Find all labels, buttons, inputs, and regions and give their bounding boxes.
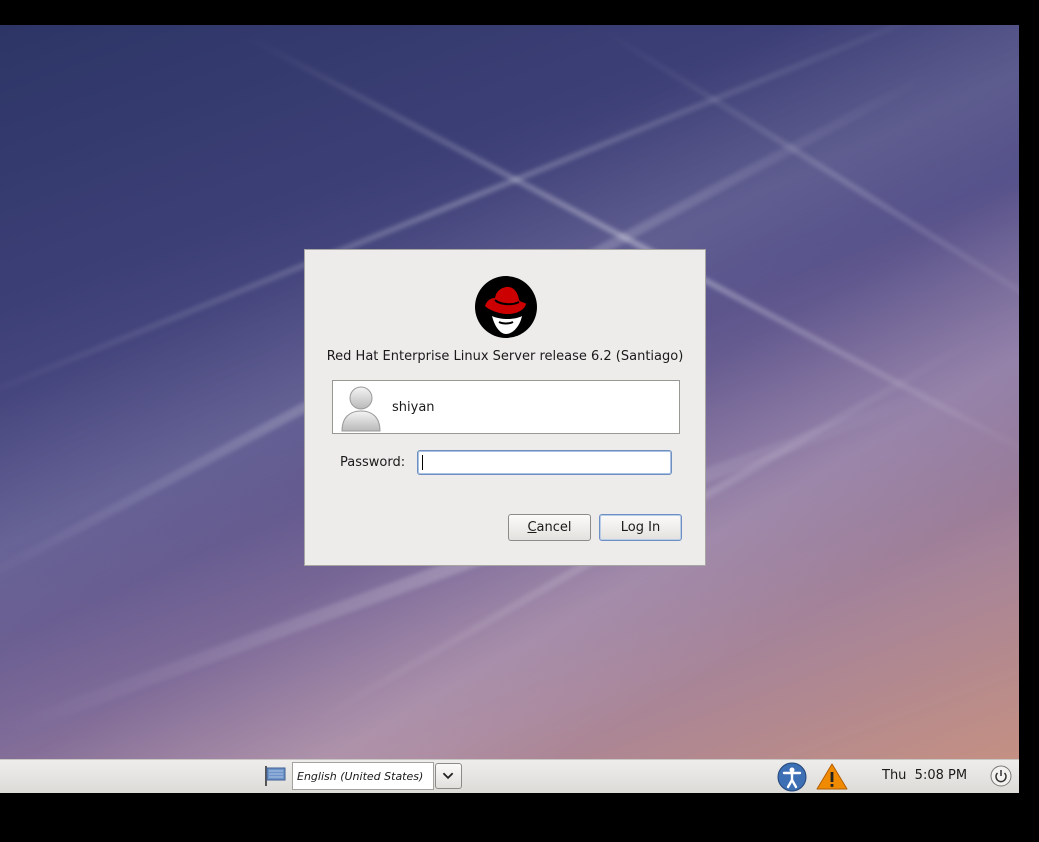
power-icon[interactable] bbox=[990, 765, 1012, 787]
cancel-button[interactable]: Cancel bbox=[508, 514, 591, 541]
chevron-down-icon bbox=[442, 772, 454, 780]
text-cursor bbox=[422, 455, 423, 470]
password-label: Password: bbox=[340, 455, 406, 470]
user-list-item[interactable]: shiyan bbox=[332, 380, 680, 434]
user-avatar-icon bbox=[341, 386, 381, 432]
language-dropdown-button[interactable] bbox=[435, 763, 462, 789]
login-dialog: Red Hat Enterprise Linux Server release … bbox=[304, 249, 706, 566]
login-button[interactable]: Log In bbox=[599, 514, 682, 541]
language-select[interactable]: English (United States) bbox=[292, 762, 434, 790]
password-field[interactable] bbox=[417, 450, 672, 475]
user-name: shiyan bbox=[392, 400, 435, 415]
redhat-logo bbox=[475, 276, 537, 338]
accessibility-icon[interactable] bbox=[777, 762, 807, 792]
cancel-button-label: Cancel bbox=[527, 520, 572, 535]
login-button-label: Log In bbox=[620, 520, 661, 535]
warning-icon[interactable] bbox=[816, 762, 848, 791]
language-flag-icon bbox=[265, 766, 286, 786]
bottom-panel: English (United States) Thu 5:08 PM bbox=[0, 759, 1019, 793]
clock[interactable]: Thu 5:08 PM bbox=[882, 768, 967, 783]
release-text: Red Hat Enterprise Linux Server release … bbox=[326, 349, 684, 364]
